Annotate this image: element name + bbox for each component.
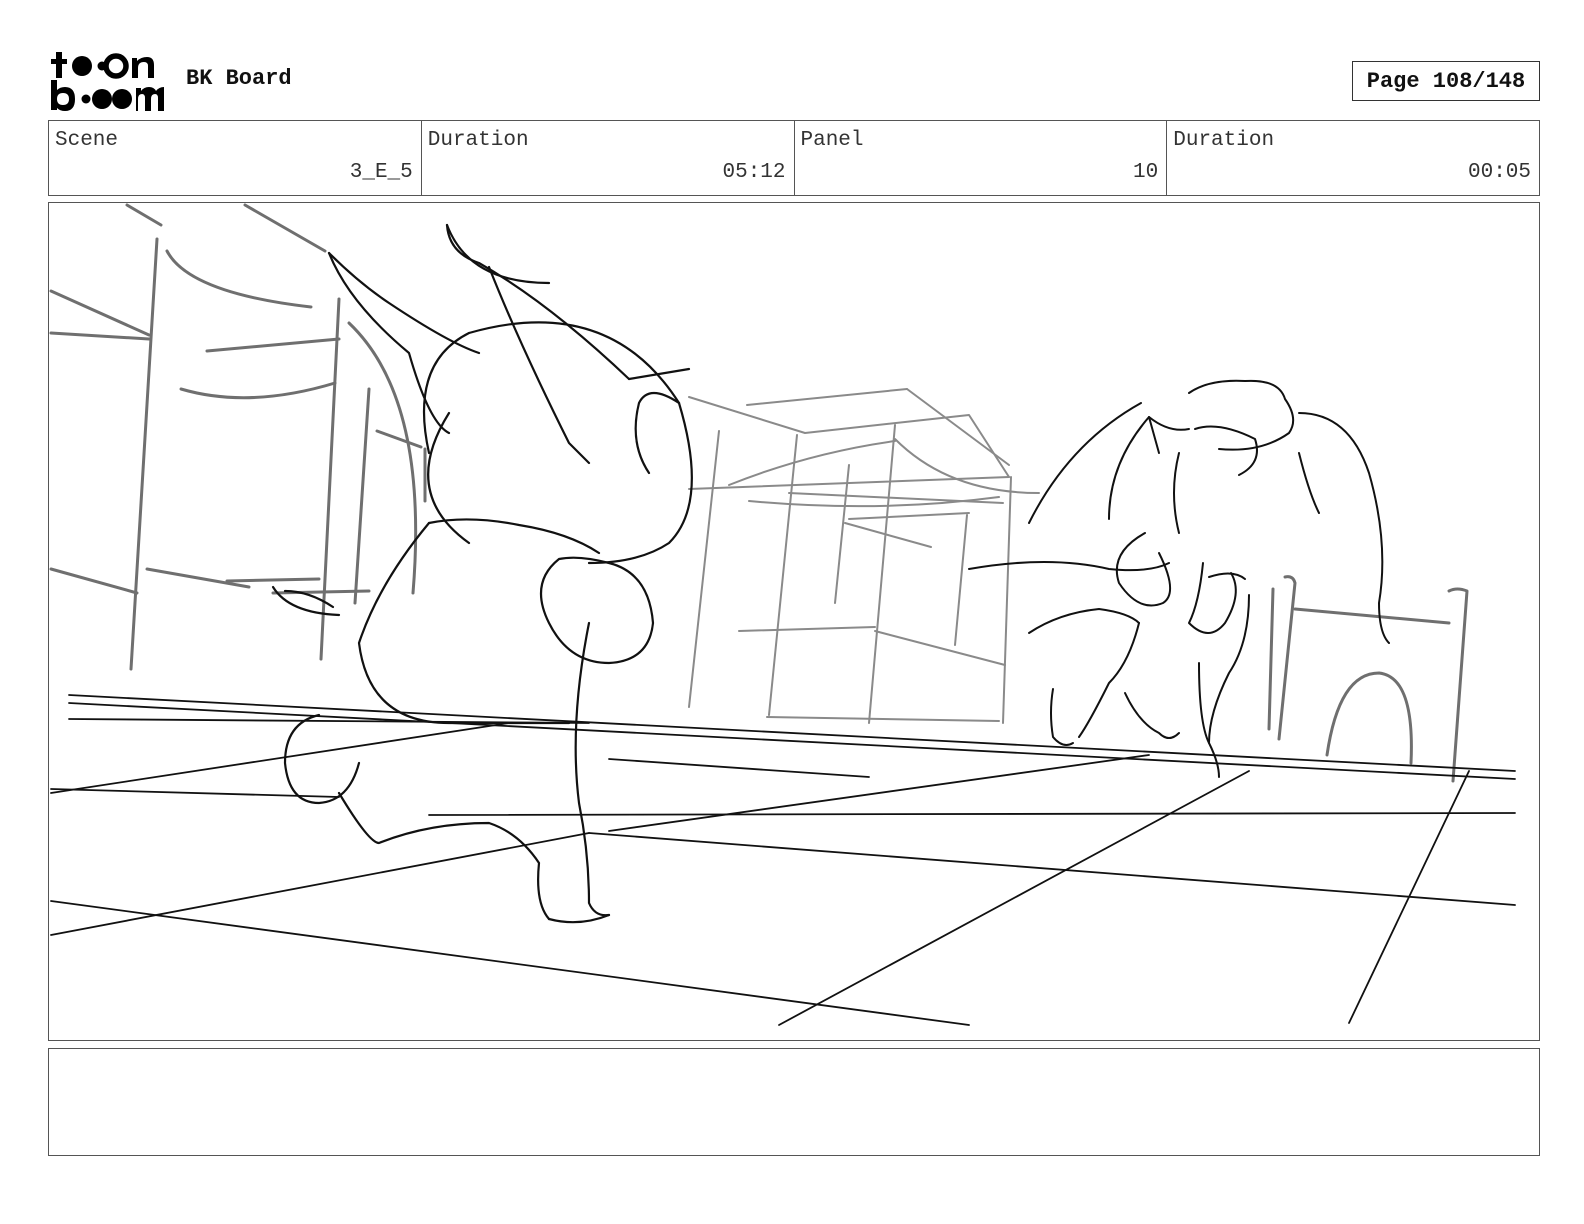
scene-label: Scene [55, 129, 119, 152]
panel-notes-box [48, 1048, 1540, 1156]
toon-boom-logo [50, 50, 164, 112]
page-indicator: Page 108/148 [1352, 61, 1540, 101]
panel-value: 10 [1133, 161, 1159, 184]
storyboard-panel-drawing [48, 202, 1540, 1041]
scene-value: 3_E_5 [349, 161, 413, 184]
scene-duration-value: 05:12 [722, 161, 786, 184]
scene-duration-cell: Duration 05:12 [422, 121, 795, 195]
scene-duration-label: Duration [427, 129, 529, 152]
board-title: BK Board [186, 66, 292, 91]
panel-duration-cell: Duration 00:05 [1167, 121, 1539, 195]
panel-label: Panel [800, 129, 864, 152]
panel-duration-value: 00:05 [1467, 161, 1531, 184]
panel-cell: Panel 10 [795, 121, 1168, 195]
scene-info-row: Scene 3_E_5 Duration 05:12 Panel 10 Dura… [48, 120, 1540, 196]
scene-cell: Scene 3_E_5 [49, 121, 422, 195]
panel-duration-label: Duration [1173, 129, 1275, 152]
